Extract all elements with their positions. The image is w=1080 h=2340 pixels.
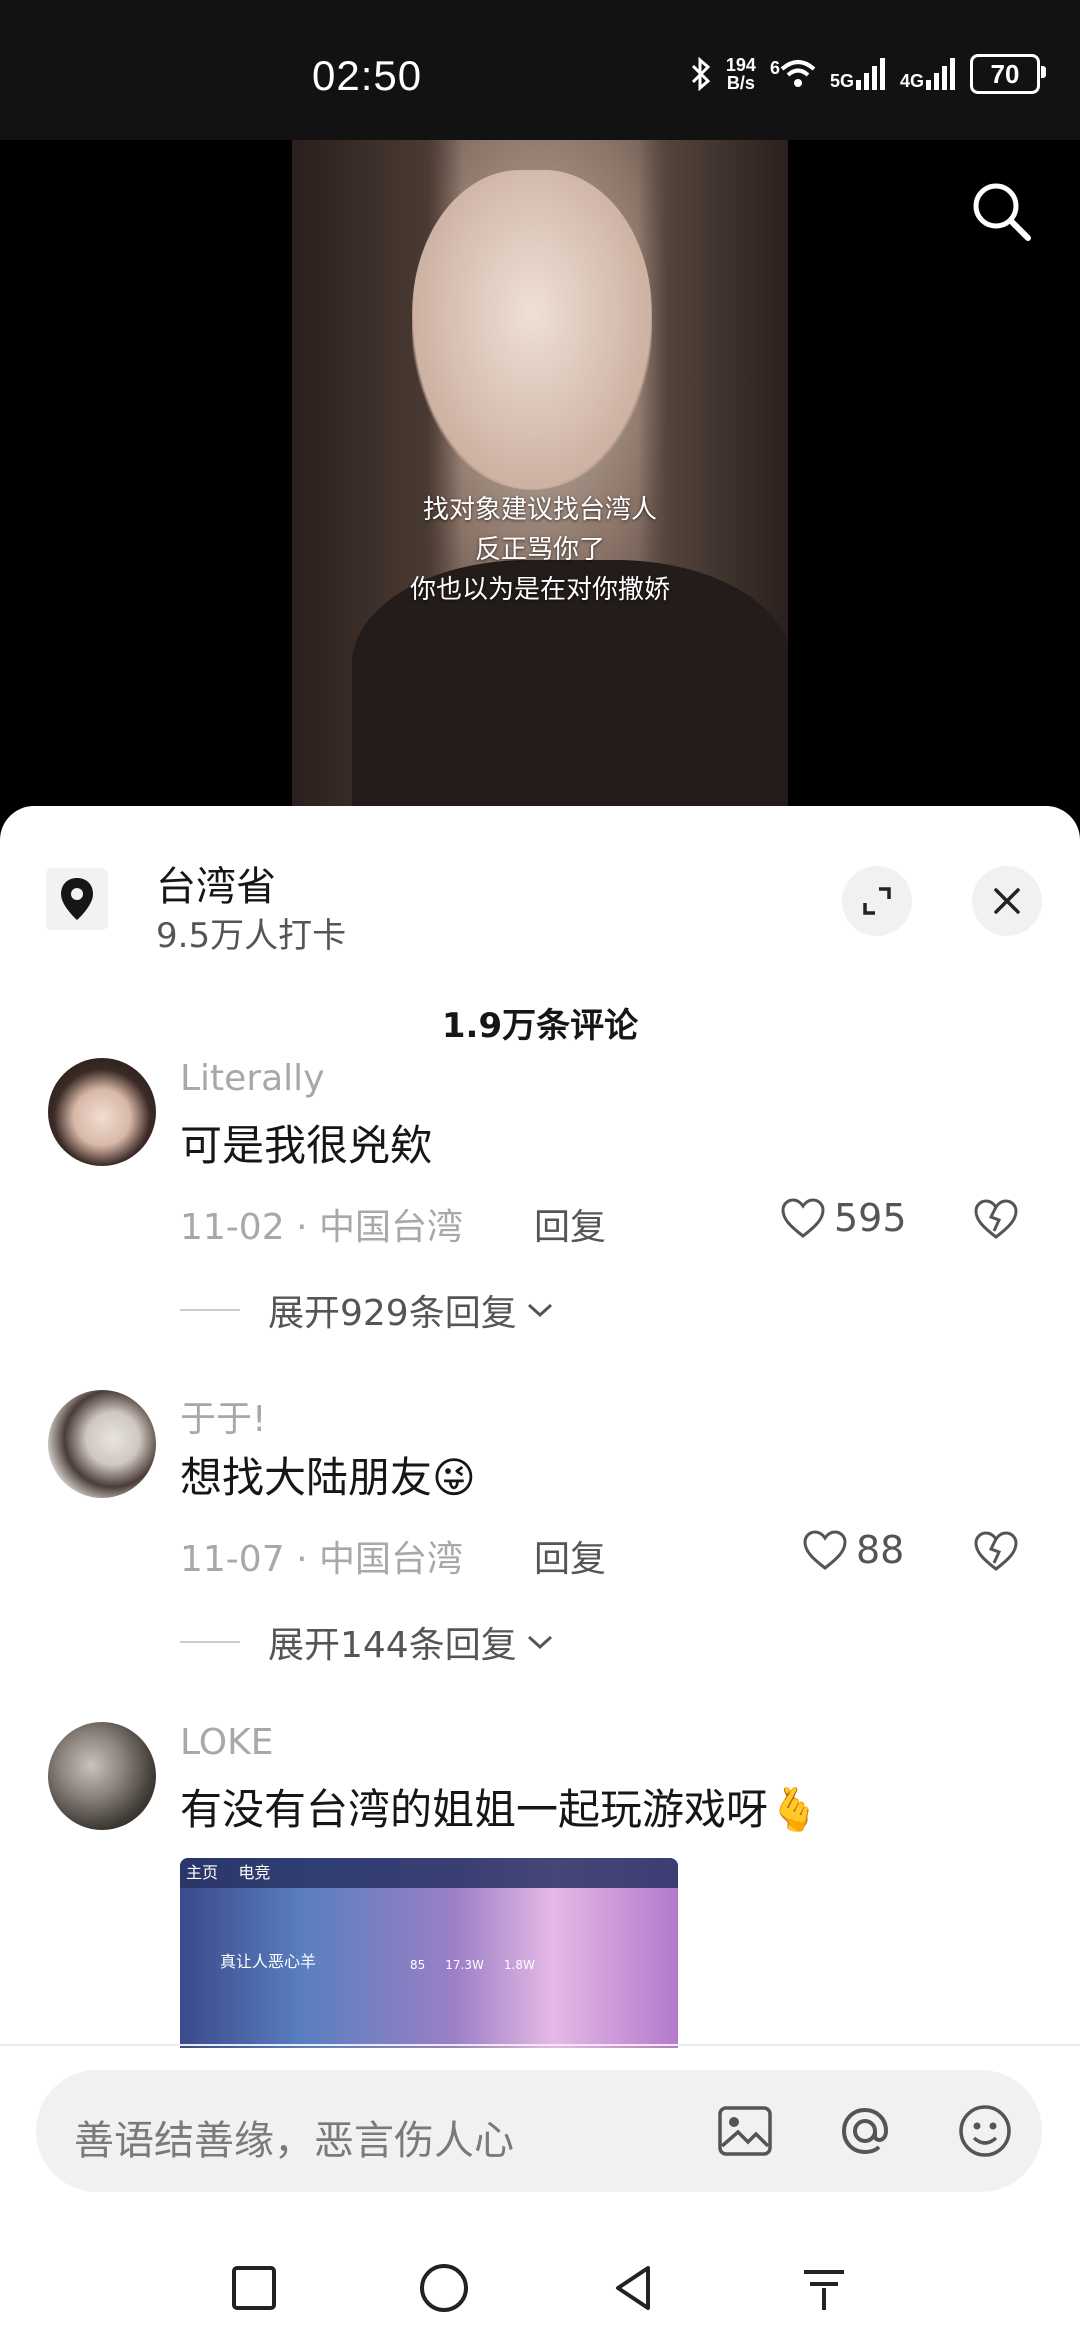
status-bar: 02:50 194 B/s 6 5G 4G 70 [0, 0, 1080, 140]
comment-username[interactable]: Literally [180, 1058, 325, 1099]
comment-text: 可是我很兇欸 [180, 1121, 433, 1170]
location-pin-icon[interactable] [46, 868, 108, 930]
comment-date: 11-07 [180, 1539, 285, 1580]
subtitle-line: 反正骂你了 [474, 535, 605, 565]
game-stat: 17.3W [445, 1958, 484, 1972]
like-count: 88 [856, 1528, 905, 1572]
comment-input-placeholder: 善语结善缘，恶言伤人心 [74, 2118, 514, 2164]
battery-indicator: 70 [970, 54, 1046, 94]
reply-button[interactable]: 回复 [534, 1530, 606, 1582]
wifi-icon [780, 60, 816, 87]
emoji: 😜 [432, 1453, 476, 1502]
close-button[interactable] [972, 866, 1042, 936]
comment-meta: 11-07 · 中国台湾 [180, 1530, 463, 1582]
expand-replies-label: 展开144条回复 [268, 1625, 517, 1666]
game-stat: 85 [410, 1958, 426, 1972]
dislike-icon[interactable] [972, 1530, 1020, 1572]
game-tabs: 主页 电竞 [180, 1858, 678, 1888]
clock: 02:50 [312, 52, 423, 99]
comment-username[interactable]: LOKE [180, 1722, 273, 1763]
divider [0, 2044, 1080, 2046]
avatar[interactable] [48, 1722, 156, 1830]
game-tab: 电竞 [238, 1863, 271, 1882]
game-stat: 1.8W [503, 1958, 535, 1972]
net-speed-value: 194 [725, 55, 756, 75]
comment-region: 中国台湾 [318, 1539, 463, 1580]
divider-line [180, 1309, 240, 1311]
home-icon[interactable] [414, 2258, 474, 2318]
comment-text-body: 想找大陆朋友 [180, 1453, 433, 1502]
status-icons: 194 B/s 6 5G 4G 70 [690, 54, 1046, 94]
comment-image[interactable]: 主页 电竞 真让人恶心羊 85 17.3W 1.8W [180, 1858, 678, 2048]
game-player-name: 真让人恶心羊 [220, 1952, 317, 1971]
like-button[interactable]: 88 [802, 1528, 904, 1572]
emoji-icon[interactable] [952, 2098, 1018, 2164]
search-icon[interactable] [966, 176, 1036, 246]
comment-region: 中国台湾 [318, 1207, 463, 1248]
signal-5g: 5G [830, 58, 886, 90]
chevron-down-icon [527, 1635, 552, 1650]
chevron-down-icon [527, 1303, 552, 1318]
subtitle-line: 找对象建议找台湾人 [422, 495, 657, 525]
meta-separator: · [296, 1539, 308, 1580]
video-visual [412, 170, 652, 490]
divider-line [180, 1641, 240, 1643]
wifi-label: 6 [769, 58, 780, 78]
recents-icon[interactable] [224, 2258, 284, 2318]
expand-icon [863, 887, 891, 915]
signal-4g-label: 4G [899, 71, 924, 91]
comment-username[interactable]: 于于! [180, 1390, 266, 1442]
meta-separator: · [296, 1207, 308, 1248]
heart-icon [781, 1198, 825, 1238]
dislike-icon[interactable] [972, 1198, 1020, 1240]
expand-replies-label: 展开929条回复 [268, 1293, 517, 1334]
expand-replies-button[interactable]: 展开144条回复 [180, 1616, 557, 1668]
avatar[interactable] [48, 1390, 156, 1498]
reply-button[interactable]: 回复 [534, 1198, 606, 1250]
video-area[interactable]: 找对象建议找台湾人 反正骂你了 你也以为是在对你撒娇 [0, 140, 1080, 820]
comments-sheet: 台湾省 9.5万人打卡 1.9万条评论 Literally 可是我很兇欸 11-… [0, 806, 1080, 2340]
comment-date: 11-02 [180, 1207, 285, 1248]
like-button[interactable]: 595 [780, 1196, 907, 1240]
signal-5g-label: 5G [829, 71, 854, 91]
comment-input[interactable]: 善语结善缘，恶言伤人心 [36, 2070, 1042, 2192]
emoji: 🫰 [768, 1785, 821, 1834]
close-icon [994, 888, 1020, 914]
comment-text: 有没有台湾的姐姐一起玩游戏呀🫰 [180, 1776, 820, 1837]
system-nav-bar [0, 2236, 1080, 2340]
location-checkins: 9.5万人打卡 [156, 916, 347, 956]
signal-bars-icon [926, 58, 955, 90]
expand-replies-button[interactable]: 展开929条回复 [180, 1284, 557, 1336]
like-count: 595 [834, 1196, 907, 1240]
menu-icon[interactable] [794, 2258, 854, 2318]
mention-icon[interactable] [832, 2098, 898, 2164]
expand-button[interactable] [842, 866, 912, 936]
location-title[interactable]: 台湾省 [156, 854, 276, 912]
heart-icon [803, 1530, 847, 1570]
game-tab: 主页 [186, 1863, 219, 1882]
video-subtitle: 找对象建议找台湾人 反正骂你了 你也以为是在对你撒娇 [292, 490, 788, 610]
game-stats: 85 17.3W 1.8W [410, 1958, 535, 1972]
net-speed: 194 B/s [726, 56, 756, 92]
subtitle-line: 你也以为是在对你撒娇 [409, 575, 670, 605]
comment-text-body: 有没有台湾的姐姐一起玩游戏呀 [180, 1785, 769, 1834]
wifi-indicator: 6 [770, 59, 816, 89]
comments-count: 1.9万条评论 [441, 1006, 639, 1046]
signal-bars-icon [855, 58, 885, 90]
comment-meta: 11-02 · 中国台湾 [180, 1198, 463, 1250]
video-frame[interactable]: 找对象建议找台湾人 反正骂你了 你也以为是在对你撒娇 [292, 140, 788, 820]
comment-text: 想找大陆朋友😜 [180, 1444, 476, 1505]
avatar[interactable] [48, 1058, 156, 1166]
net-speed-unit: B/s [726, 73, 755, 93]
back-icon[interactable] [604, 2258, 664, 2318]
bluetooth-icon [691, 57, 711, 91]
signal-4g: 4G [900, 58, 956, 90]
image-icon[interactable] [712, 2098, 778, 2164]
